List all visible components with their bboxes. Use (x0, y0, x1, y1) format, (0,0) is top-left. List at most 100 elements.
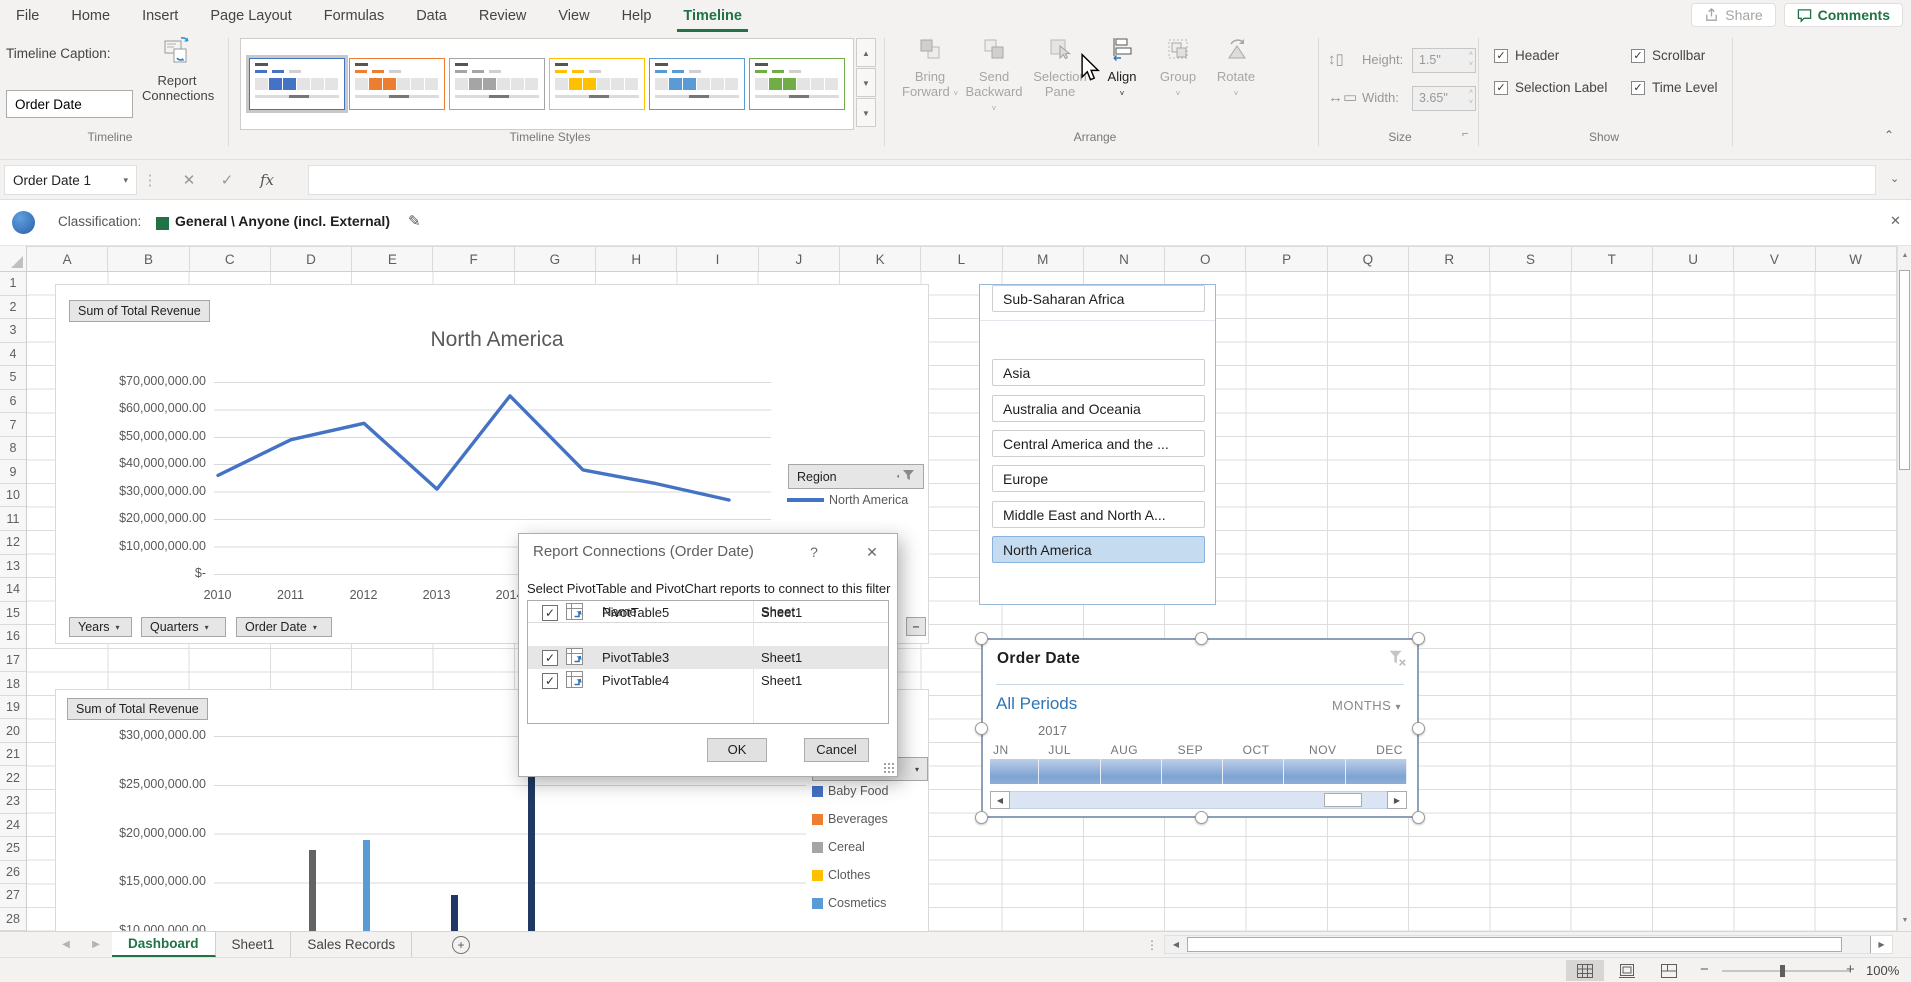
show-checkbox[interactable]: ✓ Selection Label (1494, 80, 1631, 95)
align-button[interactable]: Align˅ (1096, 36, 1148, 101)
row-checkbox[interactable]: ✓ (542, 650, 558, 666)
ribbon-tab[interactable]: File (0, 0, 55, 32)
timeline-scroll-right-icon[interactable]: ▶ (1387, 791, 1407, 809)
row-header[interactable]: 3 (0, 319, 26, 343)
row-header[interactable]: 16 (0, 625, 26, 649)
gallery-up-button[interactable]: ▲ (856, 38, 876, 67)
ribbon-tab[interactable]: View (542, 0, 605, 32)
row-header[interactable]: 17 (0, 649, 26, 673)
order-date-timeline[interactable]: Order Date All Periods MONTHS ▾ 2017 JNJ… (981, 638, 1419, 818)
row-header[interactable]: 24 (0, 814, 26, 838)
row-header[interactable]: 18 (0, 672, 26, 696)
collapse-field-button[interactable]: − (906, 617, 926, 636)
column-header[interactable]: D (271, 247, 352, 271)
column-header[interactable]: F (433, 247, 514, 271)
scroll-right-icon[interactable]: ▶ (1870, 936, 1892, 953)
ribbon-tab[interactable]: Home (55, 0, 126, 32)
column-header[interactable]: V (1734, 247, 1815, 271)
column-header[interactable]: L (921, 247, 1002, 271)
axis-field-button-order-date[interactable]: Order Date▾ (236, 617, 332, 637)
column-header[interactable]: E (352, 247, 433, 271)
formula-input[interactable] (308, 165, 1876, 195)
row-header[interactable]: 19 (0, 696, 26, 720)
vertical-scrollbar[interactable]: ▲ ▼ (1897, 246, 1911, 931)
slicer-item[interactable]: Europe (992, 465, 1205, 492)
sheet-tab[interactable]: Dashboard (112, 932, 216, 957)
timeline-style-3[interactable] (449, 58, 545, 110)
show-checkbox[interactable]: ✓ Scrollbar (1631, 48, 1718, 63)
column-header[interactable]: H (596, 247, 677, 271)
row-header[interactable]: 25 (0, 837, 26, 861)
resize-handle[interactable] (975, 811, 988, 824)
resize-handle[interactable] (975, 722, 988, 735)
resize-handle[interactable] (1412, 632, 1425, 645)
ribbon-tab[interactable]: Formulas (308, 0, 400, 32)
zoom-slider[interactable] (1722, 970, 1850, 972)
row-header[interactable]: 1 (0, 272, 26, 296)
scroll-up-icon[interactable]: ▲ (1898, 246, 1911, 266)
row-header[interactable]: 27 (0, 884, 26, 908)
row-header[interactable]: 6 (0, 390, 26, 414)
add-sheet-button[interactable]: + (452, 936, 470, 954)
normal-view-button[interactable] (1566, 960, 1604, 981)
column-header[interactable]: J (759, 247, 840, 271)
row-header[interactable]: 4 (0, 343, 26, 367)
row-header[interactable]: 23 (0, 790, 26, 814)
show-checkbox[interactable]: ✓ Header (1494, 48, 1631, 63)
slicer-item[interactable]: Asia (992, 359, 1205, 386)
collapse-ribbon-icon[interactable]: ⌃ (1884, 128, 1894, 142)
column-header[interactable]: G (515, 247, 596, 271)
row-header[interactable]: 14 (0, 578, 26, 602)
resize-handle[interactable] (1412, 722, 1425, 735)
scroll-down-icon[interactable]: ▼ (1898, 911, 1911, 931)
scroll-left-icon[interactable]: ◀ (1165, 936, 1187, 953)
row-header[interactable]: 8 (0, 437, 26, 461)
row-header[interactable]: 10 (0, 484, 26, 508)
row-header[interactable]: 9 (0, 460, 26, 484)
slicer-item[interactable]: Central America and the ... (992, 430, 1205, 457)
expand-formula-bar-icon[interactable]: ⌄ (1890, 172, 1899, 185)
slicer-item[interactable]: North America (992, 536, 1205, 563)
column-header[interactable]: A (27, 247, 108, 271)
column-header[interactable]: P (1246, 247, 1327, 271)
timeline-style-4[interactable] (549, 58, 645, 110)
slicer-item[interactable]: Australia and Oceania (992, 395, 1205, 422)
row-header[interactable]: 7 (0, 413, 26, 437)
edit-classification-icon[interactable]: ✎ (408, 212, 421, 230)
row-header[interactable]: 22 (0, 766, 26, 790)
axis-field-button-years[interactable]: Years▾ (69, 617, 132, 637)
gallery-more-button[interactable]: ▼ (856, 98, 876, 127)
row-checkbox[interactable]: ✓ (542, 605, 558, 621)
dialog-resize-grip[interactable] (883, 762, 895, 774)
column-header[interactable]: N (1084, 247, 1165, 271)
name-box[interactable]: Order Date 1 ▾ (4, 165, 137, 195)
column-header[interactable]: W (1816, 247, 1897, 271)
sheet-nav-right-icon[interactable]: ▶ (82, 932, 110, 958)
gallery-down-button[interactable]: ▼ (856, 68, 876, 97)
timeline-scroll-thumb[interactable] (1324, 793, 1362, 807)
dialog-help-button[interactable]: ? (801, 541, 827, 563)
zoom-in-button[interactable]: + (1846, 961, 1855, 978)
row-header[interactable]: 15 (0, 602, 26, 626)
pivottable-row[interactable]: ✓ PivotTable4 Sheet1 (528, 669, 888, 692)
vertical-scroll-thumb[interactable] (1899, 270, 1910, 470)
ribbon-tab[interactable]: Help (606, 0, 668, 32)
sheet-tab[interactable]: Sales Records (291, 932, 412, 957)
column-header[interactable]: Q (1328, 247, 1409, 271)
row-header[interactable]: 13 (0, 555, 26, 579)
column-header[interactable]: I (677, 247, 758, 271)
name-box-caret-icon[interactable]: ▾ (123, 175, 128, 186)
row-header[interactable]: 21 (0, 743, 26, 767)
tab-scroll-splitter[interactable]: ⋮ (1146, 936, 1156, 954)
timeline-style-1[interactable] (249, 58, 345, 110)
column-header[interactable]: S (1490, 247, 1571, 271)
slicer-item[interactable]: Middle East and North A... (992, 501, 1205, 528)
column-header[interactable]: K (840, 247, 921, 271)
value-field-button[interactable]: Sum of Total Revenue (69, 300, 210, 322)
resize-handle[interactable] (1412, 811, 1425, 824)
pivottable-row[interactable]: ✓ PivotTable5 Sheet1 (528, 601, 888, 624)
column-header[interactable]: M (1003, 247, 1084, 271)
dialog-close-button[interactable]: ✕ (859, 541, 885, 563)
row-header[interactable]: 26 (0, 861, 26, 885)
horizontal-scroll-thumb[interactable] (1187, 937, 1842, 952)
